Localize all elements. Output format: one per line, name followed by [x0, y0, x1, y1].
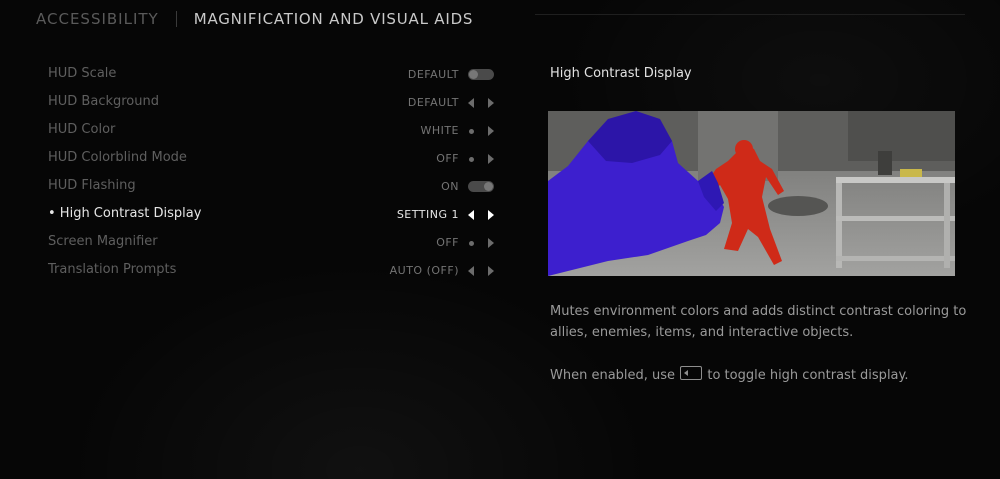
hint-text-after: to toggle high contrast display.	[707, 368, 909, 383]
setting-value: WHITE	[420, 124, 459, 137]
setting-value: DEFAULT	[407, 96, 459, 109]
setting-label: HUD Flashing	[48, 178, 136, 193]
setting-value: OFF	[436, 236, 459, 249]
dot-icon	[469, 157, 474, 162]
preview-image	[548, 111, 955, 276]
detail-hint: When enabled, use to toggle high contras…	[550, 366, 909, 383]
setting-label: HUD Scale	[48, 66, 117, 81]
arrow-right-icon[interactable]	[488, 126, 494, 136]
setting-value: ON	[441, 180, 459, 193]
arrow-right-icon[interactable]	[488, 266, 494, 276]
header-category-tab[interactable]: ACCESSIBILITY	[36, 10, 159, 28]
setting-row-screen-magnifier[interactable]: Screen Magnifier OFF	[48, 232, 500, 260]
setting-row-high-contrast-display[interactable]: • High Contrast Display SETTING 1	[48, 204, 500, 232]
setting-row-hud-background[interactable]: HUD Background DEFAULT	[48, 92, 500, 120]
setting-label: HUD Background	[48, 94, 159, 109]
arrow-right-icon[interactable]	[488, 98, 494, 108]
page-title: MAGNIFICATION AND VISUAL AIDS	[193, 10, 474, 28]
preview-scene	[548, 111, 955, 276]
toggle-knob	[484, 182, 493, 191]
header-separator	[175, 11, 177, 27]
setting-label: HUD Colorblind Mode	[48, 150, 187, 165]
arrow-right-icon[interactable]	[488, 210, 494, 220]
page-header: ACCESSIBILITY MAGNIFICATION AND VISUAL A…	[36, 9, 473, 29]
setting-label: Screen Magnifier	[48, 234, 158, 249]
left-arrow-key-icon	[680, 366, 703, 380]
arrow-left-icon[interactable]	[468, 266, 474, 276]
toggle-switch[interactable]	[468, 69, 494, 80]
setting-row-translation-prompts[interactable]: Translation Prompts AUTO (OFF)	[48, 260, 500, 288]
header-divider-line	[535, 14, 965, 15]
setting-value: SETTING 1	[396, 208, 459, 221]
setting-value: DEFAULT	[407, 68, 459, 81]
setting-label: • High Contrast Display	[48, 206, 202, 221]
detail-description: Mutes environment colors and adds distin…	[550, 304, 967, 340]
dot-icon	[469, 129, 474, 134]
arrow-left-icon[interactable]	[468, 210, 474, 220]
hint-text-before: When enabled, use	[550, 368, 676, 383]
settings-list: HUD Scale DEFAULT HUD Background DEFAULT…	[48, 64, 500, 288]
setting-row-hud-color[interactable]: HUD Color WHITE	[48, 120, 500, 148]
setting-value: OFF	[436, 152, 459, 165]
toggle-switch[interactable]	[468, 181, 494, 192]
arrow-left-icon[interactable]	[468, 98, 474, 108]
setting-row-hud-flashing[interactable]: HUD Flashing ON	[48, 176, 500, 204]
setting-row-hud-colorblind-mode[interactable]: HUD Colorblind Mode OFF	[48, 148, 500, 176]
toggle-knob	[469, 70, 478, 79]
arrow-right-icon[interactable]	[488, 238, 494, 248]
dot-icon	[469, 241, 474, 246]
detail-title: High Contrast Display	[550, 66, 692, 81]
setting-label: Translation Prompts	[48, 262, 177, 277]
setting-value: AUTO (OFF)	[389, 264, 459, 277]
setting-label: HUD Color	[48, 122, 116, 137]
setting-row-hud-scale[interactable]: HUD Scale DEFAULT	[48, 64, 500, 92]
arrow-right-icon[interactable]	[488, 154, 494, 164]
